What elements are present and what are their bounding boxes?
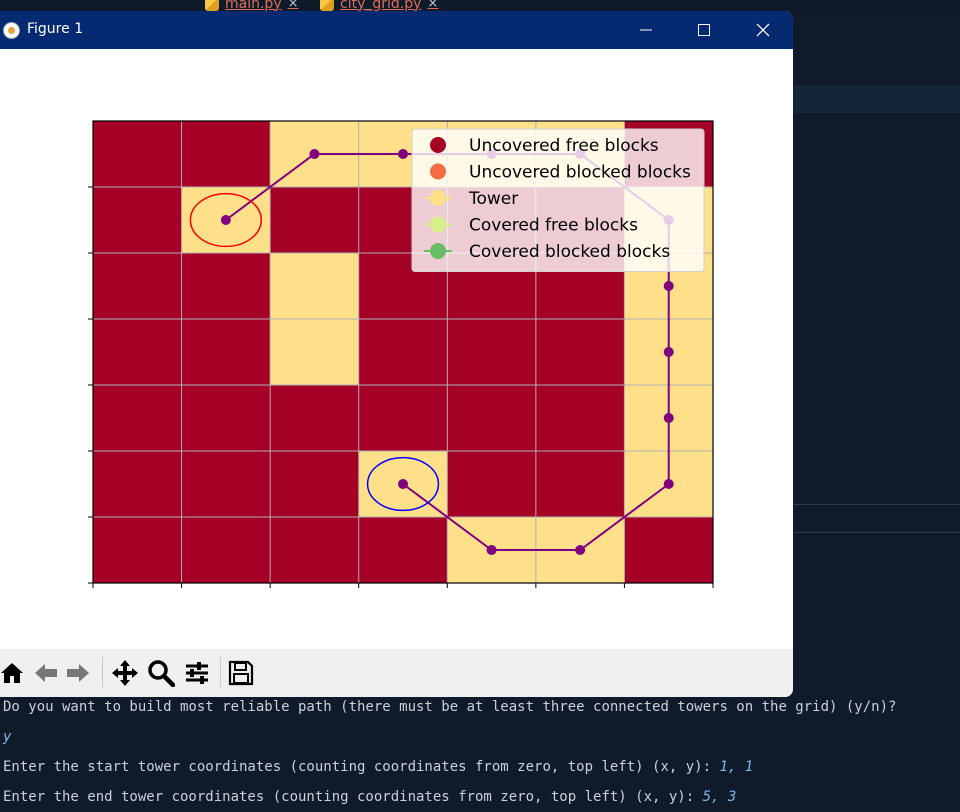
- editor-tab-city-grid[interactable]: city_grid.py ×: [320, 0, 438, 12]
- grid-cell-free: [535, 451, 625, 517]
- path-node-marker: [575, 545, 586, 555]
- path-node-marker: [663, 281, 674, 291]
- grid-cell-free: [447, 451, 536, 517]
- path-node-marker: [663, 479, 674, 489]
- window-titlebar[interactable]: Figure 1: [0, 11, 793, 49]
- figure-window: Figure 1 Uncovered free blocks Uncovered …: [0, 11, 793, 697]
- grid-cell-free: [447, 385, 536, 451]
- legend-marker: [430, 137, 446, 153]
- path-node-marker: [220, 215, 231, 225]
- grid-cell-free: [181, 385, 271, 451]
- grid-cell-free: [535, 319, 625, 385]
- ide-background-panel: [793, 11, 960, 697]
- grid-cell-tower: [270, 319, 359, 385]
- minimize-icon: [640, 29, 652, 31]
- back-button[interactable]: [32, 659, 60, 687]
- home-button[interactable]: [0, 659, 26, 687]
- terminal-line: Enter the start tower coordinates (count…: [3, 759, 754, 775]
- grid-plot: Uncovered free blocks Uncovered blocked b…: [88, 120, 714, 588]
- terminal-line: Do you want to build most reliable path …: [3, 699, 897, 715]
- legend-marker: [430, 163, 446, 180]
- path-node-marker: [398, 149, 408, 159]
- legend-marker: [430, 216, 446, 233]
- legend-label: Covered blocked blocks: [469, 242, 670, 262]
- terminal-user-input: y: [3, 729, 12, 745]
- grid-cell-free: [93, 253, 182, 319]
- grid-cell-free: [93, 385, 182, 451]
- grid-cell-free: [270, 517, 359, 583]
- grid-cell-free: [181, 517, 271, 583]
- grid-cell-free: [358, 517, 448, 583]
- ide-top-strip: main.py × city_grid.py ×: [0, 0, 960, 12]
- tab-label: main.py: [225, 0, 282, 12]
- terminal-user-input: 1, 1: [719, 759, 754, 775]
- pan-button[interactable]: [111, 659, 139, 687]
- grid-cell-free: [624, 517, 713, 583]
- path-node-marker: [486, 545, 497, 555]
- back-icon: [35, 664, 57, 682]
- path-node-marker: [663, 347, 674, 357]
- grid-cell-free: [93, 187, 182, 253]
- window-title: Figure 1: [27, 21, 84, 37]
- save-button[interactable]: [227, 659, 255, 687]
- grid-cell-free: [93, 517, 182, 583]
- home-icon: [1, 663, 23, 683]
- grid-cell-free: [447, 319, 536, 385]
- ide-divider: [793, 532, 960, 533]
- grid-cell-free: [181, 319, 271, 385]
- navigation-toolbar: [0, 649, 793, 697]
- legend-label: Tower: [468, 189, 518, 209]
- grid-cell-free: [181, 253, 271, 319]
- legend-label: Uncovered free blocks: [469, 136, 659, 156]
- grid-cell-free: [181, 121, 271, 187]
- zoom-button[interactable]: [147, 659, 175, 687]
- configure-subplots-button[interactable]: [183, 659, 211, 687]
- terminal-line: y: [3, 729, 11, 745]
- toolbar-separator: [220, 657, 221, 687]
- grid-cell-free: [358, 319, 448, 385]
- python-file-icon: [205, 0, 219, 11]
- minimize-button[interactable]: [617, 11, 675, 49]
- close-button[interactable]: [734, 11, 792, 49]
- zoom-icon: [148, 660, 175, 687]
- matplotlib-app-icon: [3, 22, 20, 39]
- ide-divider: [793, 504, 960, 505]
- grid-cell-free: [270, 385, 359, 451]
- ide-highlight-band: [793, 85, 960, 113]
- tab-close-icon[interactable]: ×: [427, 0, 438, 11]
- grid-cell-free: [93, 451, 182, 517]
- forward-icon: [67, 664, 89, 682]
- grid-cell-free: [535, 385, 625, 451]
- grid-cell-free: [270, 451, 359, 517]
- legend-label: Uncovered blocked blocks: [469, 163, 691, 183]
- toolbar-separator: [102, 657, 103, 687]
- path-node-marker: [398, 479, 408, 489]
- legend-label: Covered free blocks: [469, 216, 638, 236]
- pan-icon: [112, 660, 138, 686]
- grid-cell-free: [270, 187, 359, 253]
- save-icon: [228, 660, 254, 686]
- configure-icon: [186, 662, 208, 684]
- grid-cell-free: [181, 451, 271, 517]
- grid-cell-free: [358, 385, 448, 451]
- python-file-icon: [320, 0, 334, 11]
- terminal-user-input: 5, 3: [702, 789, 737, 805]
- terminal-line: Enter the end tower coordinates (countin…: [3, 789, 737, 805]
- close-icon: [756, 23, 770, 37]
- forward-button[interactable]: [64, 659, 92, 687]
- plot-canvas[interactable]: Uncovered free blocks Uncovered blocked b…: [0, 49, 793, 649]
- legend-marker: [430, 243, 446, 259]
- maximize-button[interactable]: [675, 11, 733, 49]
- grid-cell-free: [93, 121, 182, 187]
- tab-label: city_grid.py: [340, 0, 422, 12]
- grid-cell-tower: [270, 253, 359, 319]
- maximize-icon: [698, 24, 710, 36]
- legend-marker: [430, 190, 446, 206]
- tab-close-icon[interactable]: ×: [288, 0, 299, 11]
- terminal-panel[interactable]: Do you want to build most reliable path …: [0, 697, 960, 812]
- path-node-marker: [663, 413, 674, 423]
- grid-cell-free: [93, 319, 182, 385]
- editor-tab-main[interactable]: main.py ×: [205, 0, 299, 12]
- path-node-marker: [309, 149, 320, 159]
